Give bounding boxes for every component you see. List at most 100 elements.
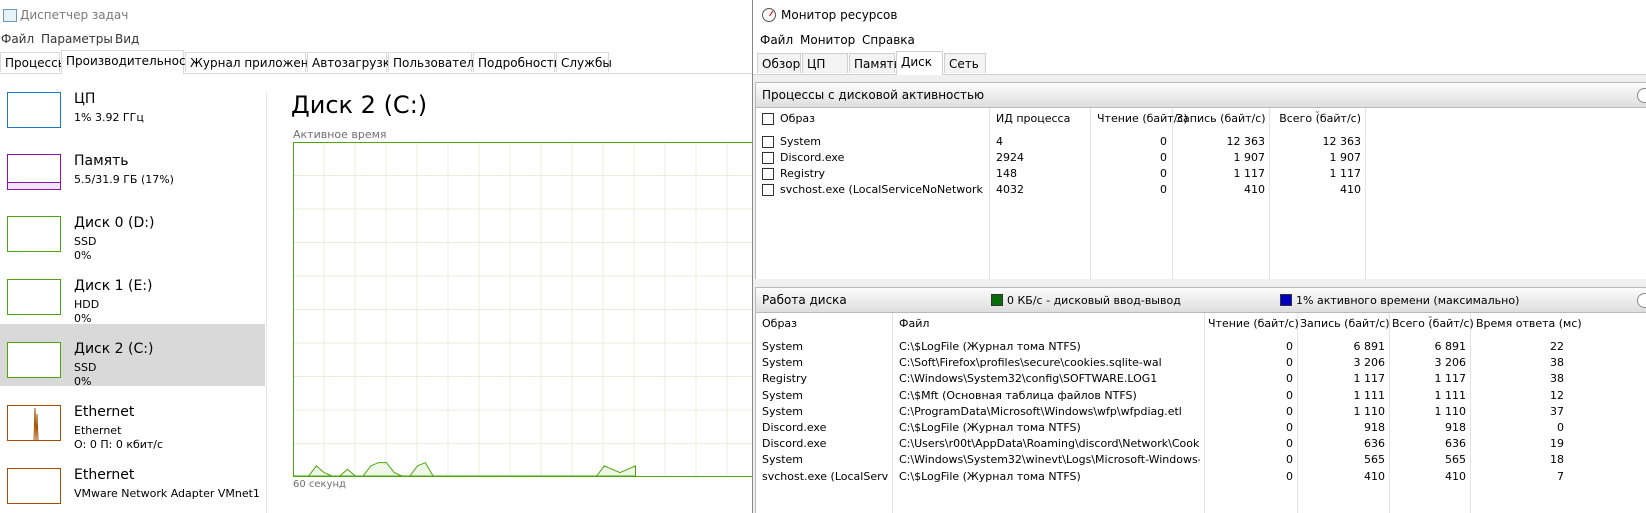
- cell-response-time: 7: [1557, 469, 1564, 483]
- menu-options[interactable]: Параметры: [41, 32, 113, 46]
- column-header-write[interactable]: Запись (байт/с): [1176, 112, 1266, 125]
- disk-activity-section-header[interactable]: Работа диска 0 КБ/с - дисковый ввод-выво…: [755, 287, 1646, 313]
- row-checkbox[interactable]: [762, 152, 774, 164]
- tab-processes[interactable]: Процессы: [0, 52, 67, 72]
- sidebar-item-ethernet-2[interactable]: Ethernet VMware Network Adapter VMnet1: [0, 450, 265, 512]
- cell-response-time: 12: [1550, 388, 1564, 402]
- cell-response-time: 38: [1550, 372, 1564, 386]
- tab-performance[interactable]: Производительность: [61, 50, 200, 74]
- column-header-file[interactable]: Файл: [899, 317, 929, 330]
- task-manager-titlebar: Диспетчер задач: [0, 0, 760, 30]
- column-header-image[interactable]: Образ: [762, 317, 797, 330]
- cell-read: 0: [1160, 167, 1167, 180]
- tab-services[interactable]: Службы: [556, 52, 612, 72]
- cell-image: System: [762, 388, 804, 402]
- sidebar-item-name: Диск 0 (D:): [74, 215, 155, 231]
- tab-disk[interactable]: Диск: [896, 51, 943, 75]
- gauge-icon: [762, 8, 776, 22]
- collapse-icon[interactable]: [1637, 293, 1646, 308]
- menu-view[interactable]: Вид: [115, 32, 139, 46]
- cell-image: System: [762, 404, 804, 418]
- menu-help[interactable]: Справка: [862, 33, 915, 47]
- cell-write: 410: [1244, 183, 1265, 196]
- processes-section-header[interactable]: Процессы с дисковой активностью: [755, 82, 1646, 108]
- active-time-graph: [293, 142, 760, 477]
- tab-cpu[interactable]: ЦП: [802, 53, 848, 73]
- table-row[interactable]: Discord.exe C:\Users\r00t\AppData\Roaming…: [756, 436, 1646, 452]
- row-checkbox[interactable]: [762, 168, 774, 180]
- tab-overview[interactable]: Обзор: [757, 53, 801, 73]
- cell-image: System: [762, 453, 804, 467]
- cell-total: 1 110: [1434, 404, 1467, 418]
- tab-network[interactable]: Сеть: [944, 53, 986, 73]
- cell-image: System: [762, 340, 804, 353]
- resource-monitor-tabs: Обзор ЦП Память Диск Сеть: [753, 50, 1646, 75]
- cell-total: 410: [1340, 183, 1361, 196]
- sidebar-item-disk-1[interactable]: Диск 1 (E:) HDD 0%: [0, 261, 265, 325]
- table-row[interactable]: System C:\Soft\Firefox\profiles\secure\co…: [756, 355, 1646, 371]
- table-row[interactable]: System C:\$LogFile (Журнал тома NTFS) 0 6 8…: [756, 339, 1646, 355]
- table-row[interactable]: Discord.exe 2924 0 1 907 1 907: [756, 150, 1646, 166]
- cell-response-time: 19: [1550, 437, 1564, 451]
- sidebar-item-disk-2[interactable]: Диск 2 (C:) SSD 0%: [0, 324, 265, 388]
- cell-image: System: [762, 356, 804, 370]
- collapse-icon[interactable]: [1637, 88, 1646, 103]
- table-row[interactable]: System 4 0 12 363 12 363: [756, 134, 1646, 150]
- table-row[interactable]: System C:\$Mft (Основная таблица файлов N…: [756, 388, 1646, 404]
- cell-write: 918: [1364, 421, 1385, 434]
- tab-startup[interactable]: Автозагрузка: [307, 52, 397, 72]
- ethernet-spike-icon: [33, 407, 39, 440]
- table-row[interactable]: Registry C:\Windows\System32\config\SOFTW…: [756, 371, 1646, 387]
- table-row[interactable]: Discord.exe C:\$LogFile (Журнал тома NTFS…: [756, 420, 1646, 436]
- column-header-write[interactable]: Запись (байт/с): [1300, 317, 1390, 330]
- task-manager-title: Диспетчер задач: [20, 8, 129, 22]
- sidebar-item-type: SSD: [74, 235, 97, 248]
- row-checkbox[interactable]: [762, 136, 774, 148]
- disk-2-thumbnail: [7, 342, 61, 378]
- tab-details[interactable]: Подробности: [473, 52, 562, 72]
- cell-write: 636: [1364, 437, 1385, 451]
- column-header-read[interactable]: Чтение (байт/с): [1208, 317, 1299, 330]
- cell-response-time: 22: [1550, 340, 1564, 353]
- cell-read: 0: [1286, 453, 1293, 467]
- disk-activity-table: Образ Файл Чтение (байт/с) Запись (байт/…: [755, 313, 1646, 513]
- tab-app-history[interactable]: Журнал приложений: [185, 52, 324, 72]
- column-header-response[interactable]: Время ответа (мс): [1476, 317, 1582, 330]
- menu-monitor[interactable]: Монитор: [800, 33, 855, 47]
- sidebar-item-name: Ethernet: [74, 404, 135, 420]
- sidebar-item-memory[interactable]: Память 5.5/31.9 ГБ (17%): [0, 136, 265, 198]
- column-header-read[interactable]: Чтение (байт/с): [1097, 112, 1188, 125]
- table-row[interactable]: svchost.exe (LocalServiceNoNetwork -p) 40…: [756, 182, 1646, 198]
- tab-users[interactable]: Пользователи: [388, 52, 482, 72]
- memory-thumbnail: [7, 154, 61, 190]
- menu-file[interactable]: Файл: [760, 33, 793, 47]
- column-header-pid[interactable]: ИД процесса: [996, 112, 1070, 125]
- row-checkbox[interactable]: [762, 184, 774, 196]
- cell-response-time: 0: [1557, 421, 1564, 434]
- table-row[interactable]: svchost.exe (LocalService... C:\$LogFile …: [756, 469, 1646, 485]
- resource-monitor-title: Монитор ресурсов: [781, 8, 898, 22]
- sidebar-item-cpu[interactable]: ЦП 1% 3.92 ГГц: [0, 74, 265, 136]
- select-all-checkbox[interactable]: [762, 113, 774, 125]
- sidebar-item-name: Диск 1 (E:): [74, 278, 153, 294]
- table-row[interactable]: System C:\ProgramData\Microsoft\Windows\w…: [756, 404, 1646, 420]
- table-row[interactable]: System C:\Windows\System32\winevt\Logs\Mi…: [756, 452, 1646, 468]
- table-row[interactable]: Registry 148 0 1 117 1 117: [756, 166, 1646, 182]
- cell-image: Registry: [780, 167, 826, 180]
- cell-total: 1 111: [1434, 388, 1467, 402]
- sidebar-item-detail: 1% 3.92 ГГц: [74, 111, 144, 124]
- cell-read: 0: [1286, 372, 1293, 386]
- task-manager-icon: [3, 9, 17, 22]
- sidebar-item-ethernet-1[interactable]: Ethernet Ethernet О: 0 П: 0 кбит/с: [0, 387, 265, 451]
- sidebar-item-disk-0[interactable]: Диск 0 (D:) SSD 0%: [0, 198, 265, 262]
- menu-file[interactable]: Файл: [1, 32, 34, 46]
- cell-total: 1 907: [1329, 151, 1362, 164]
- cell-write: 3 206: [1353, 356, 1386, 370]
- cell-write: 12 363: [1226, 135, 1266, 148]
- cell-read: 0: [1286, 404, 1293, 418]
- disk-1-thumbnail: [7, 279, 61, 315]
- column-header-image[interactable]: Образ: [780, 112, 815, 125]
- cell-image: Discord.exe: [762, 437, 827, 451]
- cell-read: 0: [1286, 356, 1293, 370]
- tab-memory[interactable]: Память: [849, 53, 901, 73]
